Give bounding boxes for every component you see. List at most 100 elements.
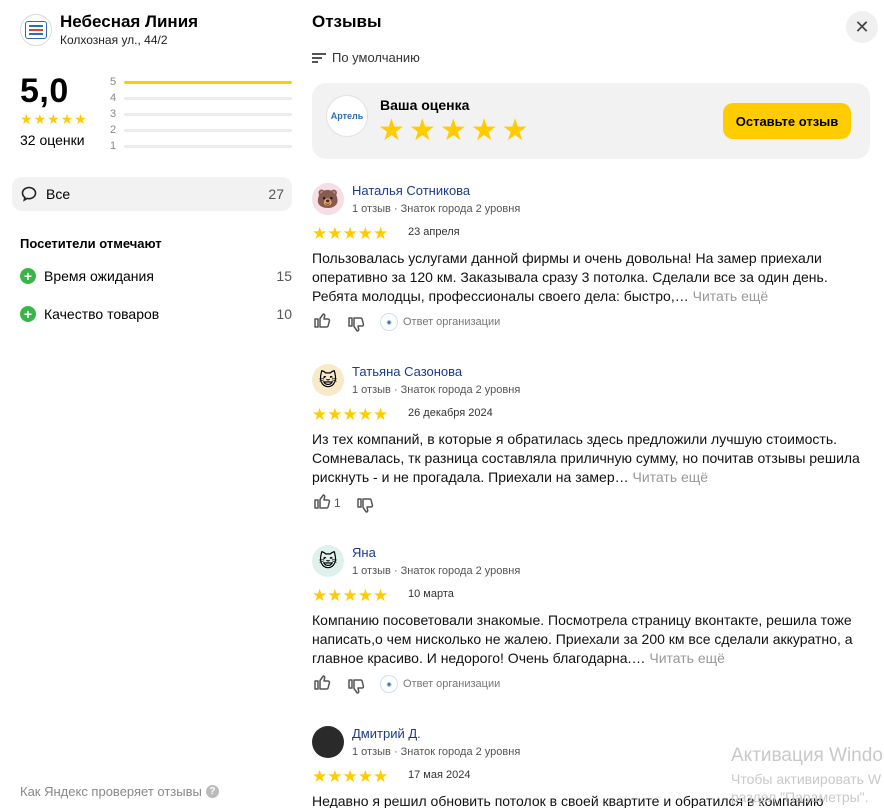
review-author-meta: 1 отзыв · Знаток города 2 уровня: [352, 746, 521, 758]
how-yandex-checks-link[interactable]: Как Яндекс проверяет отзывы ?: [20, 784, 219, 799]
thumb-up-icon: [312, 491, 332, 516]
star-icon: ★: [47, 111, 60, 127]
sort-label: По умолчанию: [332, 50, 420, 65]
sort-icon: [312, 51, 326, 65]
review-author[interactable]: Яна: [352, 545, 376, 561]
organization-name: Небесная Линия: [60, 12, 199, 31]
rating-stars-input[interactable]: ★ ★ ★ ★ ★: [378, 116, 533, 146]
star-icon[interactable]: ★: [409, 116, 436, 146]
leave-review-button[interactable]: Оставьте отзыв: [723, 103, 851, 139]
star-icon: ★: [373, 767, 389, 786]
star-icon: ★: [373, 586, 389, 605]
org-reply-label: Ответ организации: [403, 316, 501, 328]
how-check-label: Как Яндекс проверяет отзывы: [20, 784, 202, 799]
sort-dropdown[interactable]: По умолчанию: [312, 50, 420, 65]
reviews-panel: Отзывы По умолчанию ✕ Артель Ваша оценка…: [312, 0, 884, 808]
star-icon: ★: [342, 586, 358, 605]
thumb-down-icon: [346, 310, 366, 335]
windows-activation-title: Активация Windo: [731, 745, 883, 766]
plus-icon: +: [20, 268, 36, 284]
left-panel: Небесная Линия Колхозная ул., 44/2 5,0 ★…: [0, 0, 300, 808]
review-author-meta: 1 отзыв · Знаток города 2 уровня: [352, 203, 521, 215]
comment-icon: [21, 186, 37, 202]
avatar[interactable]: 😺: [312, 545, 344, 577]
close-button[interactable]: ✕: [846, 11, 878, 43]
review-stars: ★ ★ ★ ★ ★: [312, 587, 388, 604]
like-count: 1: [334, 496, 341, 510]
star-icon: ★: [342, 405, 358, 424]
tag-count: 15: [276, 268, 292, 284]
star-icon: ★: [74, 111, 87, 127]
tag-product-quality[interactable]: + Качество товаров 10: [20, 306, 292, 322]
dislike-button[interactable]: [355, 491, 375, 516]
thumb-up-icon: [312, 672, 332, 697]
filter-all-button[interactable]: Все 27: [12, 177, 292, 211]
thumb-down-icon: [346, 672, 366, 697]
distribution-row: 2: [110, 122, 292, 138]
review-author[interactable]: Дмитрий Д.: [352, 726, 421, 742]
avatar[interactable]: 😺: [312, 364, 344, 396]
review-stars: ★ ★ ★ ★ ★: [312, 406, 388, 423]
tag-wait-time[interactable]: + Время ожидания 15: [20, 268, 292, 284]
star-icon: ★: [33, 111, 47, 127]
plus-icon: +: [20, 306, 36, 322]
review-date: 10 марта: [408, 588, 454, 600]
distribution-bar: [124, 128, 292, 132]
read-more-link[interactable]: Читать ещё: [649, 650, 725, 666]
star-icon: ★: [327, 586, 343, 605]
reviews-title: Отзывы: [312, 12, 382, 31]
star-icon: ★: [342, 224, 358, 243]
org-reply-link[interactable]: ◉ Ответ организации: [380, 675, 500, 693]
rating-summary: 5,0 ★ ★ ★ ★ ★ 32 оценки: [20, 72, 88, 148]
star-icon[interactable]: ★: [378, 116, 405, 146]
review-text: Из тех компаний, в которые я обратилась …: [312, 430, 864, 487]
org-reply-label: Ответ организации: [403, 678, 501, 690]
like-button[interactable]: [312, 672, 332, 697]
rating-value: 5,0: [20, 72, 69, 110]
avatar-glyph: 😺: [318, 550, 338, 571]
review-author[interactable]: Татьяна Сазонова: [352, 364, 462, 380]
distribution-row: 3: [110, 106, 292, 122]
rating-distribution: 5 4 3 2 1: [110, 74, 292, 154]
star-icon[interactable]: ★: [471, 116, 498, 146]
tag-label: Качество товаров: [44, 306, 160, 322]
distribution-label: 4: [110, 92, 117, 104]
star-icon[interactable]: ★: [440, 116, 467, 146]
review-date: 26 декабря 2024: [408, 407, 493, 419]
avatar[interactable]: [312, 726, 344, 758]
star-icon[interactable]: ★: [502, 116, 529, 146]
avatar-glyph: 😺: [318, 369, 338, 390]
like-button[interactable]: [312, 310, 332, 335]
distribution-bar: [124, 112, 292, 116]
review-author[interactable]: Наталья Сотникова: [352, 183, 470, 199]
star-icon: ★: [312, 224, 328, 243]
star-icon: ★: [342, 767, 358, 786]
distribution-row: 5: [110, 74, 292, 90]
distribution-label: 3: [110, 108, 117, 120]
star-icon: ★: [312, 767, 328, 786]
review-text: Компанию посоветовали знакомые. Посмотре…: [312, 611, 864, 668]
star-icon: ★: [312, 405, 328, 424]
star-icon: ★: [357, 224, 373, 243]
org-reply-link[interactable]: ◉ Ответ организации: [380, 313, 500, 331]
review-body: Компанию посоветовали знакомые. Посмотре…: [312, 612, 853, 666]
question-icon: ?: [205, 785, 219, 798]
like-button[interactable]: 1: [312, 491, 341, 516]
review-actions: ◉ Ответ организации: [312, 673, 500, 695]
company-logo: ◉: [380, 675, 398, 693]
read-more-link[interactable]: Читать ещё: [693, 288, 769, 304]
review-body: Из тех компаний, в которые я обратилась …: [312, 431, 860, 485]
rating-stars: ★ ★ ★ ★ ★: [20, 112, 88, 126]
organization-header[interactable]: Небесная Линия Колхозная ул., 44/2: [20, 12, 198, 48]
distribution-row: 4: [110, 90, 292, 106]
distribution-label: 5: [110, 76, 117, 88]
distribution-row: 1: [110, 138, 292, 154]
thumb-up-icon: [312, 310, 332, 335]
dislike-button[interactable]: [346, 672, 366, 697]
distribution-bar: [124, 80, 292, 84]
star-icon: ★: [60, 111, 74, 127]
review-actions: ◉ Ответ организации: [312, 311, 500, 333]
dislike-button[interactable]: [346, 310, 366, 335]
read-more-link[interactable]: Читать ещё: [633, 469, 709, 485]
avatar[interactable]: 🐻: [312, 183, 344, 215]
